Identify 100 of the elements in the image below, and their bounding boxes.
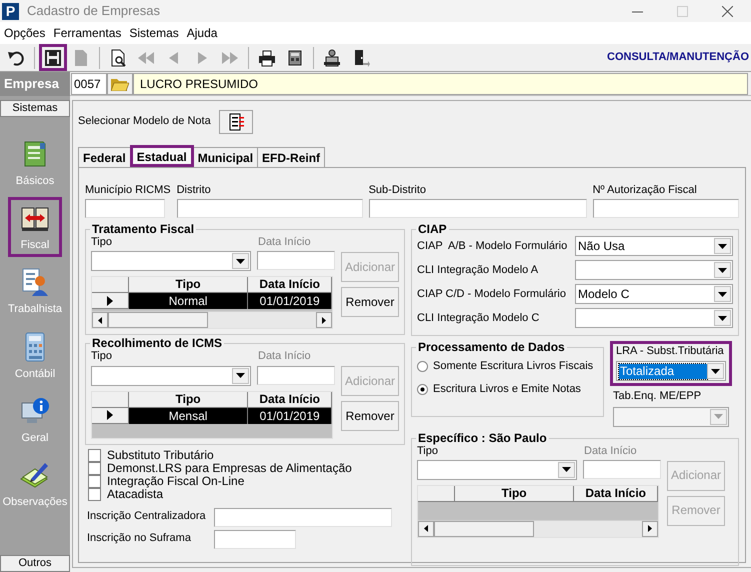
caret-icon [562, 467, 571, 472]
field-label: Nº Autorização Fiscal [592, 184, 698, 198]
caret-icon [714, 414, 723, 420]
input-field[interactable] [257, 366, 335, 385]
field-label: Tab.Enq. ME/EPP [613, 390, 702, 404]
code-field[interactable]: 0057 [71, 72, 107, 94]
field-label: Inscrição no Suframa [87, 532, 192, 546]
input-field[interactable] [583, 460, 661, 479]
field-label: Tipo [91, 236, 113, 250]
field-label: CIAP A/B - Modelo Formulário [417, 240, 568, 253]
sidebar-footer-button[interactable]: Outros [0, 555, 70, 572]
menu-item[interactable]: Sistemas [127, 26, 185, 40]
company-name-field[interactable]: LUCRO PRESUMIDO [133, 72, 748, 94]
dropdown[interactable] [575, 260, 733, 280]
field-label: Distrito [176, 184, 212, 198]
field-label: CIAP C/D - Modelo Formulário [417, 288, 566, 301]
input-field[interactable] [368, 199, 587, 218]
maximize-icon[interactable] [677, 6, 688, 16]
field-label: Data Início [258, 236, 311, 250]
checkbox[interactable] [88, 462, 101, 475]
field-label: Inscrição Centralizadora [87, 510, 207, 524]
action-button[interactable]: Remover [341, 401, 399, 432]
input-field[interactable] [176, 199, 363, 218]
checkbox[interactable] [88, 474, 101, 488]
input-field[interactable] [257, 251, 335, 270]
app-logo: P [2, 2, 19, 20]
table-cell: Normal [128, 293, 248, 310]
grid-row[interactable]: Normal 01/01/2019 [92, 293, 332, 310]
grid-row[interactable]: Mensal 01/01/2019 [92, 408, 332, 424]
save-icon [43, 48, 63, 68]
table-cell: 01/01/2019 [248, 293, 332, 310]
radio-label: Somente Escritura Livros Fiscais [433, 360, 594, 374]
table-cell: 01/01/2019 [248, 408, 332, 424]
select-model-button[interactable] [218, 110, 253, 134]
checkbox[interactable] [88, 488, 101, 501]
menu-item[interactable]: Opções [2, 26, 52, 40]
dropdown[interactable]: Não Usa [575, 236, 733, 256]
field-label: Selecionar Modelo de Nota [78, 115, 211, 129]
dropdown[interactable]: Totalizada [616, 361, 726, 382]
dropdown[interactable] [417, 460, 577, 480]
caret-icon [236, 373, 245, 378]
sidebar-header-button[interactable]: Sistemas [0, 100, 70, 117]
horizontal-scrollbar[interactable] [92, 311, 332, 328]
input-field[interactable] [214, 530, 296, 549]
field-label: Sub-Distrito [368, 184, 428, 198]
action-button[interactable]: Remover [341, 287, 399, 318]
tab[interactable]: Estadual [130, 145, 194, 167]
folder-icon [111, 76, 129, 90]
close-icon[interactable] [722, 6, 733, 16]
field-label: Data Início [584, 444, 637, 458]
caret-icon [718, 292, 727, 297]
mode-label: CONSULTA/MANUTENÇÃO [607, 50, 749, 64]
input-field[interactable] [214, 508, 392, 527]
field-label: CLI Integração Modelo C [417, 312, 540, 325]
scroll-right-icon[interactable] [648, 525, 652, 532]
row-pointer-icon [106, 410, 113, 420]
tab[interactable]: Federal [78, 147, 131, 167]
window-title: Cadastro de Empresas [27, 3, 161, 19]
menu-item[interactable]: Ferramentas [51, 26, 128, 40]
figure-icon [322, 48, 342, 68]
row-pointer-icon [106, 296, 113, 306]
radio-button[interactable] [417, 384, 428, 396]
group-title: Tratamento Fiscal [91, 223, 196, 236]
dropdown[interactable] [91, 366, 251, 386]
field-label: LRA - Subst.Tributária [616, 345, 725, 358]
group-title: CIAP [417, 223, 448, 236]
field-label: CLI Integração Modelo A [417, 264, 538, 277]
input-field[interactable] [592, 199, 739, 218]
column-header: Tipo [454, 486, 574, 502]
input-field[interactable] [85, 199, 165, 218]
dropdown[interactable] [575, 308, 733, 328]
checkbox-label: Substituto Tributário [107, 448, 214, 462]
menu-item[interactable]: Ajuda [184, 26, 224, 40]
field-label: Município RICMS [85, 184, 171, 198]
checkbox-label: Integração Fiscal On-Line [107, 474, 244, 488]
document-list-icon [226, 113, 245, 131]
caret-icon [718, 244, 727, 249]
checkbox[interactable] [88, 448, 101, 462]
scroll-left-icon[interactable] [424, 525, 428, 532]
tab[interactable]: EFD-Reinf [257, 147, 326, 167]
caret-icon [711, 368, 720, 374]
printer-icon [257, 48, 277, 68]
radio-button[interactable] [417, 361, 428, 372]
group-title: Recolhimento de ICMS [91, 337, 224, 350]
dropdown[interactable]: Modelo C [575, 284, 733, 304]
scroll-left-icon[interactable] [98, 316, 102, 324]
radio-label: Escritura Livros e Emite Notas [433, 383, 581, 397]
field-label: Tipo [417, 444, 439, 458]
save-button[interactable] [39, 44, 67, 71]
caret-icon [718, 316, 727, 321]
group-title: Processamento de Dados [417, 341, 566, 354]
field-label: Data Início [258, 350, 311, 364]
checkbox-label: Atacadista [107, 486, 164, 502]
checkbox-label: Demonst.LRS para Empresas de Alimentação [107, 460, 352, 476]
column-header: Data Início [574, 486, 658, 502]
horizontal-scrollbar[interactable] [418, 520, 658, 537]
scroll-right-icon[interactable] [322, 316, 326, 324]
dropdown[interactable] [91, 251, 251, 272]
tab[interactable]: Municipal [192, 147, 258, 167]
caret-icon [236, 258, 245, 264]
